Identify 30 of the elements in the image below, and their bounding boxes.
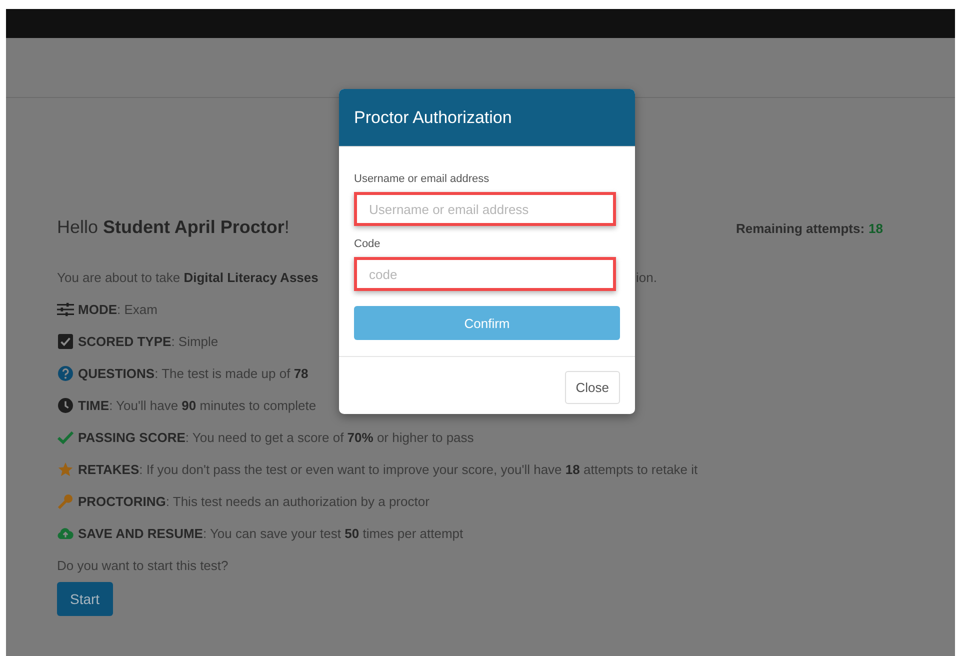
detail-text: PROCTORING: This test needs an authorization by a proctor bbox=[78, 494, 430, 508]
detail-text: PASSING SCORE: You need to get a score of 70% or higher to pass bbox=[78, 430, 474, 444]
detail-text: MODE: Exam bbox=[78, 302, 158, 316]
detail-text: TIME: You'll have 90 minutes to complete bbox=[78, 398, 316, 412]
key-icon bbox=[57, 494, 74, 508]
detail-text: SCORED TYPE: Simple bbox=[78, 334, 218, 348]
input-field[interactable]: Username or email address bbox=[354, 192, 616, 226]
detail-text: RETAKES: If you don't pass the test or even want to improve your score, you'll have 18 attempts to retake it bbox=[78, 462, 698, 476]
cloud-upload-icon bbox=[57, 526, 74, 540]
field-label: Username or email address bbox=[354, 173, 490, 185]
star-icon bbox=[57, 462, 74, 476]
detail-text: SAVE AND RESUME: You can save your test 50 times per attempt bbox=[78, 526, 464, 540]
checkbox-icon bbox=[57, 334, 74, 348]
start-button[interactable]: Start bbox=[57, 582, 113, 616]
checkmark-icon bbox=[57, 430, 74, 444]
clock-icon bbox=[57, 398, 74, 412]
intro-text: You are about to take Digital Literacy Asses bbox=[57, 270, 318, 284]
detail-text: QUESTIONS: The test is made up of 78 bbox=[78, 366, 308, 380]
start-prompt: Do you want to start this test? bbox=[57, 558, 228, 572]
input-field[interactable]: code bbox=[354, 257, 616, 291]
intro-text-end: ion. bbox=[636, 270, 657, 284]
confirm-button[interactable]: Confirm bbox=[354, 306, 620, 340]
sliders-icon bbox=[57, 302, 74, 316]
remaining-attempts-label: Remaining attempts: bbox=[736, 221, 865, 236]
field-label: Code bbox=[354, 238, 382, 250]
greeting: Hello Student April Proctor! bbox=[57, 217, 290, 238]
dialog-title: Proctor Authorization bbox=[354, 108, 512, 128]
help-icon bbox=[57, 366, 74, 380]
close-button[interactable]: Close bbox=[564, 371, 620, 404]
remaining-attempts-value: 18 bbox=[868, 221, 883, 236]
